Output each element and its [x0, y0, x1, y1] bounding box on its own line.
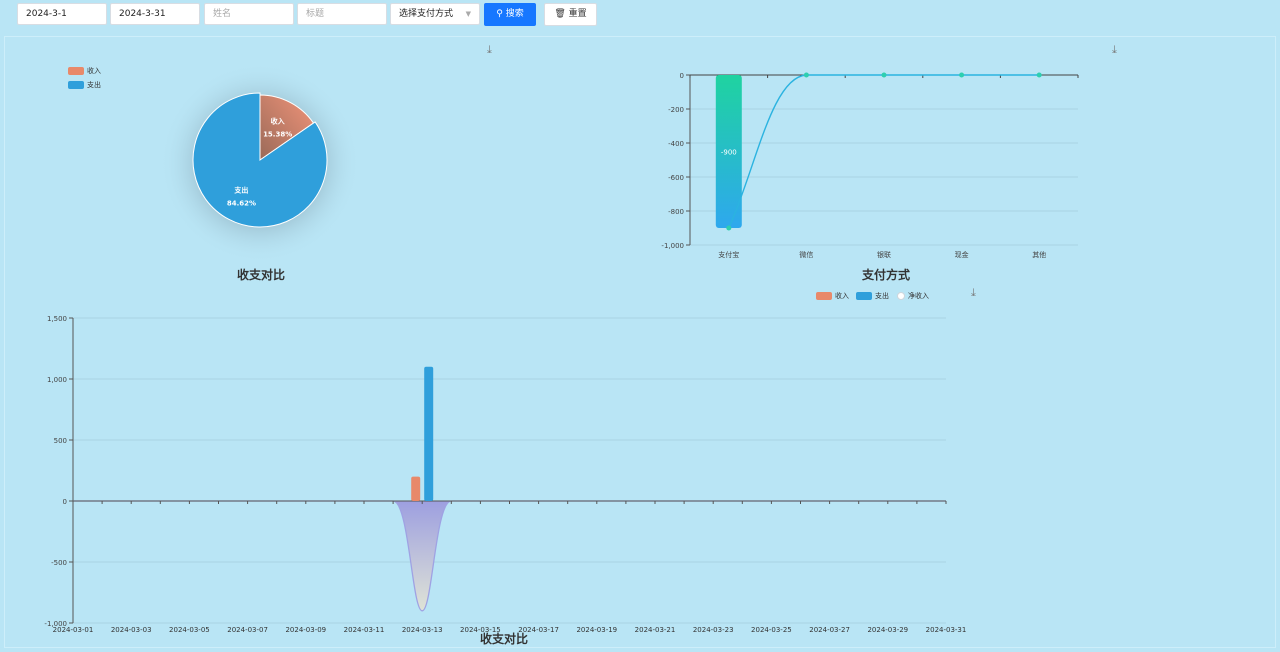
x-tick-label: 微信: [799, 250, 813, 259]
payment-chart-title: 支付方式: [862, 268, 911, 282]
x-tick-label: 2024-03-27: [809, 626, 850, 634]
x-tick-label: 其他: [1032, 250, 1046, 259]
x-tick-label: 2024-03-03: [111, 626, 152, 634]
pie-slice-name-label: 支出: [233, 185, 248, 194]
x-tick-label: 2024-03-11: [344, 626, 385, 634]
x-tick-label: 2024-03-13: [402, 626, 443, 634]
y-tick-label: 500: [54, 437, 67, 445]
y-tick-label: -1,000: [661, 242, 684, 250]
chevron-down-icon: ▼: [465, 10, 471, 18]
payment-method-select[interactable]: 选择支付方式 ▼: [390, 3, 480, 25]
x-tick-label: 2024-03-23: [693, 626, 734, 634]
legend-item-net-income[interactable]: 净收入: [897, 291, 929, 301]
legend-label: 净收入: [908, 292, 929, 300]
x-tick-label: 现金: [955, 250, 969, 259]
y-tick-label: -800: [668, 208, 684, 216]
legend-item-expense[interactable]: 支出: [68, 80, 101, 90]
income-bar[interactable]: [411, 476, 421, 501]
download-icon[interactable]: ⤓: [971, 286, 976, 300]
x-tick-label: 2024-03-21: [635, 626, 676, 634]
x-tick-label: 2024-03-29: [867, 626, 908, 634]
legend-label: 支出: [87, 81, 101, 89]
pie-slice-percent-label: 15.38%: [263, 130, 292, 138]
x-tick-label: 2024-03-19: [576, 626, 617, 634]
legend-label: 支出: [875, 292, 889, 300]
legend-swatch: [68, 67, 84, 75]
x-tick-label: 2024-03-01: [53, 626, 94, 634]
net-income-line: [73, 500, 946, 612]
name-input[interactable]: 姓名: [204, 3, 294, 25]
search-icon: ⚲: [496, 9, 503, 19]
download-icon[interactable]: ⤓: [487, 43, 492, 57]
legend-label: 收入: [835, 292, 849, 300]
y-tick-label: 1,000: [47, 376, 67, 384]
x-tick-label: 2024-03-09: [285, 626, 326, 634]
end-date-input[interactable]: 2024-3-31: [110, 3, 200, 25]
line-point[interactable]: [959, 72, 965, 78]
reset-button[interactable]: 🗑 重置: [544, 3, 597, 26]
search-button[interactable]: ⚲ 搜索: [484, 3, 536, 26]
x-tick-label: 2024-03-31: [926, 626, 967, 634]
x-tick-label: 2024-03-07: [227, 626, 268, 634]
y-tick-label: 1,500: [47, 315, 67, 323]
y-tick-label: -400: [668, 140, 684, 148]
pie-chart-title: 收支对比: [237, 268, 286, 282]
line-point[interactable]: [803, 72, 809, 78]
start-date-input[interactable]: 2024-3-1: [17, 3, 107, 25]
x-tick-label: 支付宝: [718, 250, 739, 259]
y-tick-label: 0: [680, 72, 684, 80]
pie-slice-name-label: 收入: [271, 116, 285, 125]
filter-toolbar: 2024-3-1 2024-3-31 姓名 标题 选择支付方式 ▼ ⚲ 搜索 🗑…: [0, 0, 1280, 32]
y-tick-label: -600: [668, 174, 684, 182]
payment-method-select-label: 选择支付方式: [399, 9, 454, 19]
legend-item-income[interactable]: 收入: [816, 291, 849, 301]
line-point[interactable]: [1036, 72, 1042, 78]
trash-icon: 🗑: [554, 9, 566, 19]
y-tick-label: -500: [51, 559, 67, 567]
legend-swatch: [68, 81, 84, 89]
bar-data-label: -900: [721, 149, 737, 157]
legend-item-income[interactable]: 收入: [68, 66, 101, 76]
pie-chart: 收入 15.38% 支出 84.62%: [160, 63, 360, 263]
y-tick-label: -200: [668, 106, 684, 114]
pie-slice-percent-label: 84.62%: [227, 199, 256, 207]
net-income-area: [73, 501, 946, 611]
payment-method-chart: 0 -200 -400 -600 -800 -1,000 -900 支付宝 微信 银联 现金 其他: [661, 72, 1079, 259]
payment-line: [728, 74, 1040, 229]
legend-label: 收入: [87, 67, 101, 75]
x-tick-label: 2024-03-25: [751, 626, 792, 634]
line-point[interactable]: [726, 225, 732, 231]
legend-swatch: [816, 292, 832, 300]
y-tick-label: 0: [63, 498, 67, 506]
search-button-label: 搜索: [505, 9, 524, 19]
legend-item-expense[interactable]: 支出: [856, 291, 889, 301]
download-icon[interactable]: ⤓: [1112, 43, 1117, 57]
x-tick-label: 2024-03-05: [169, 626, 210, 634]
line-point[interactable]: [881, 72, 887, 78]
expense-bar[interactable]: [424, 366, 434, 501]
legend-swatch: [897, 292, 905, 300]
reset-button-label: 重置: [568, 9, 587, 19]
daily-income-expense-chart: 1,5001,0005000-500-1,0002024-03-01 2024-0…: [44, 315, 967, 634]
legend-swatch: [856, 292, 872, 300]
daily-chart-title: 收支对比: [480, 632, 529, 646]
x-tick-label: 银联: [877, 250, 891, 259]
title-input[interactable]: 标题: [297, 3, 387, 25]
